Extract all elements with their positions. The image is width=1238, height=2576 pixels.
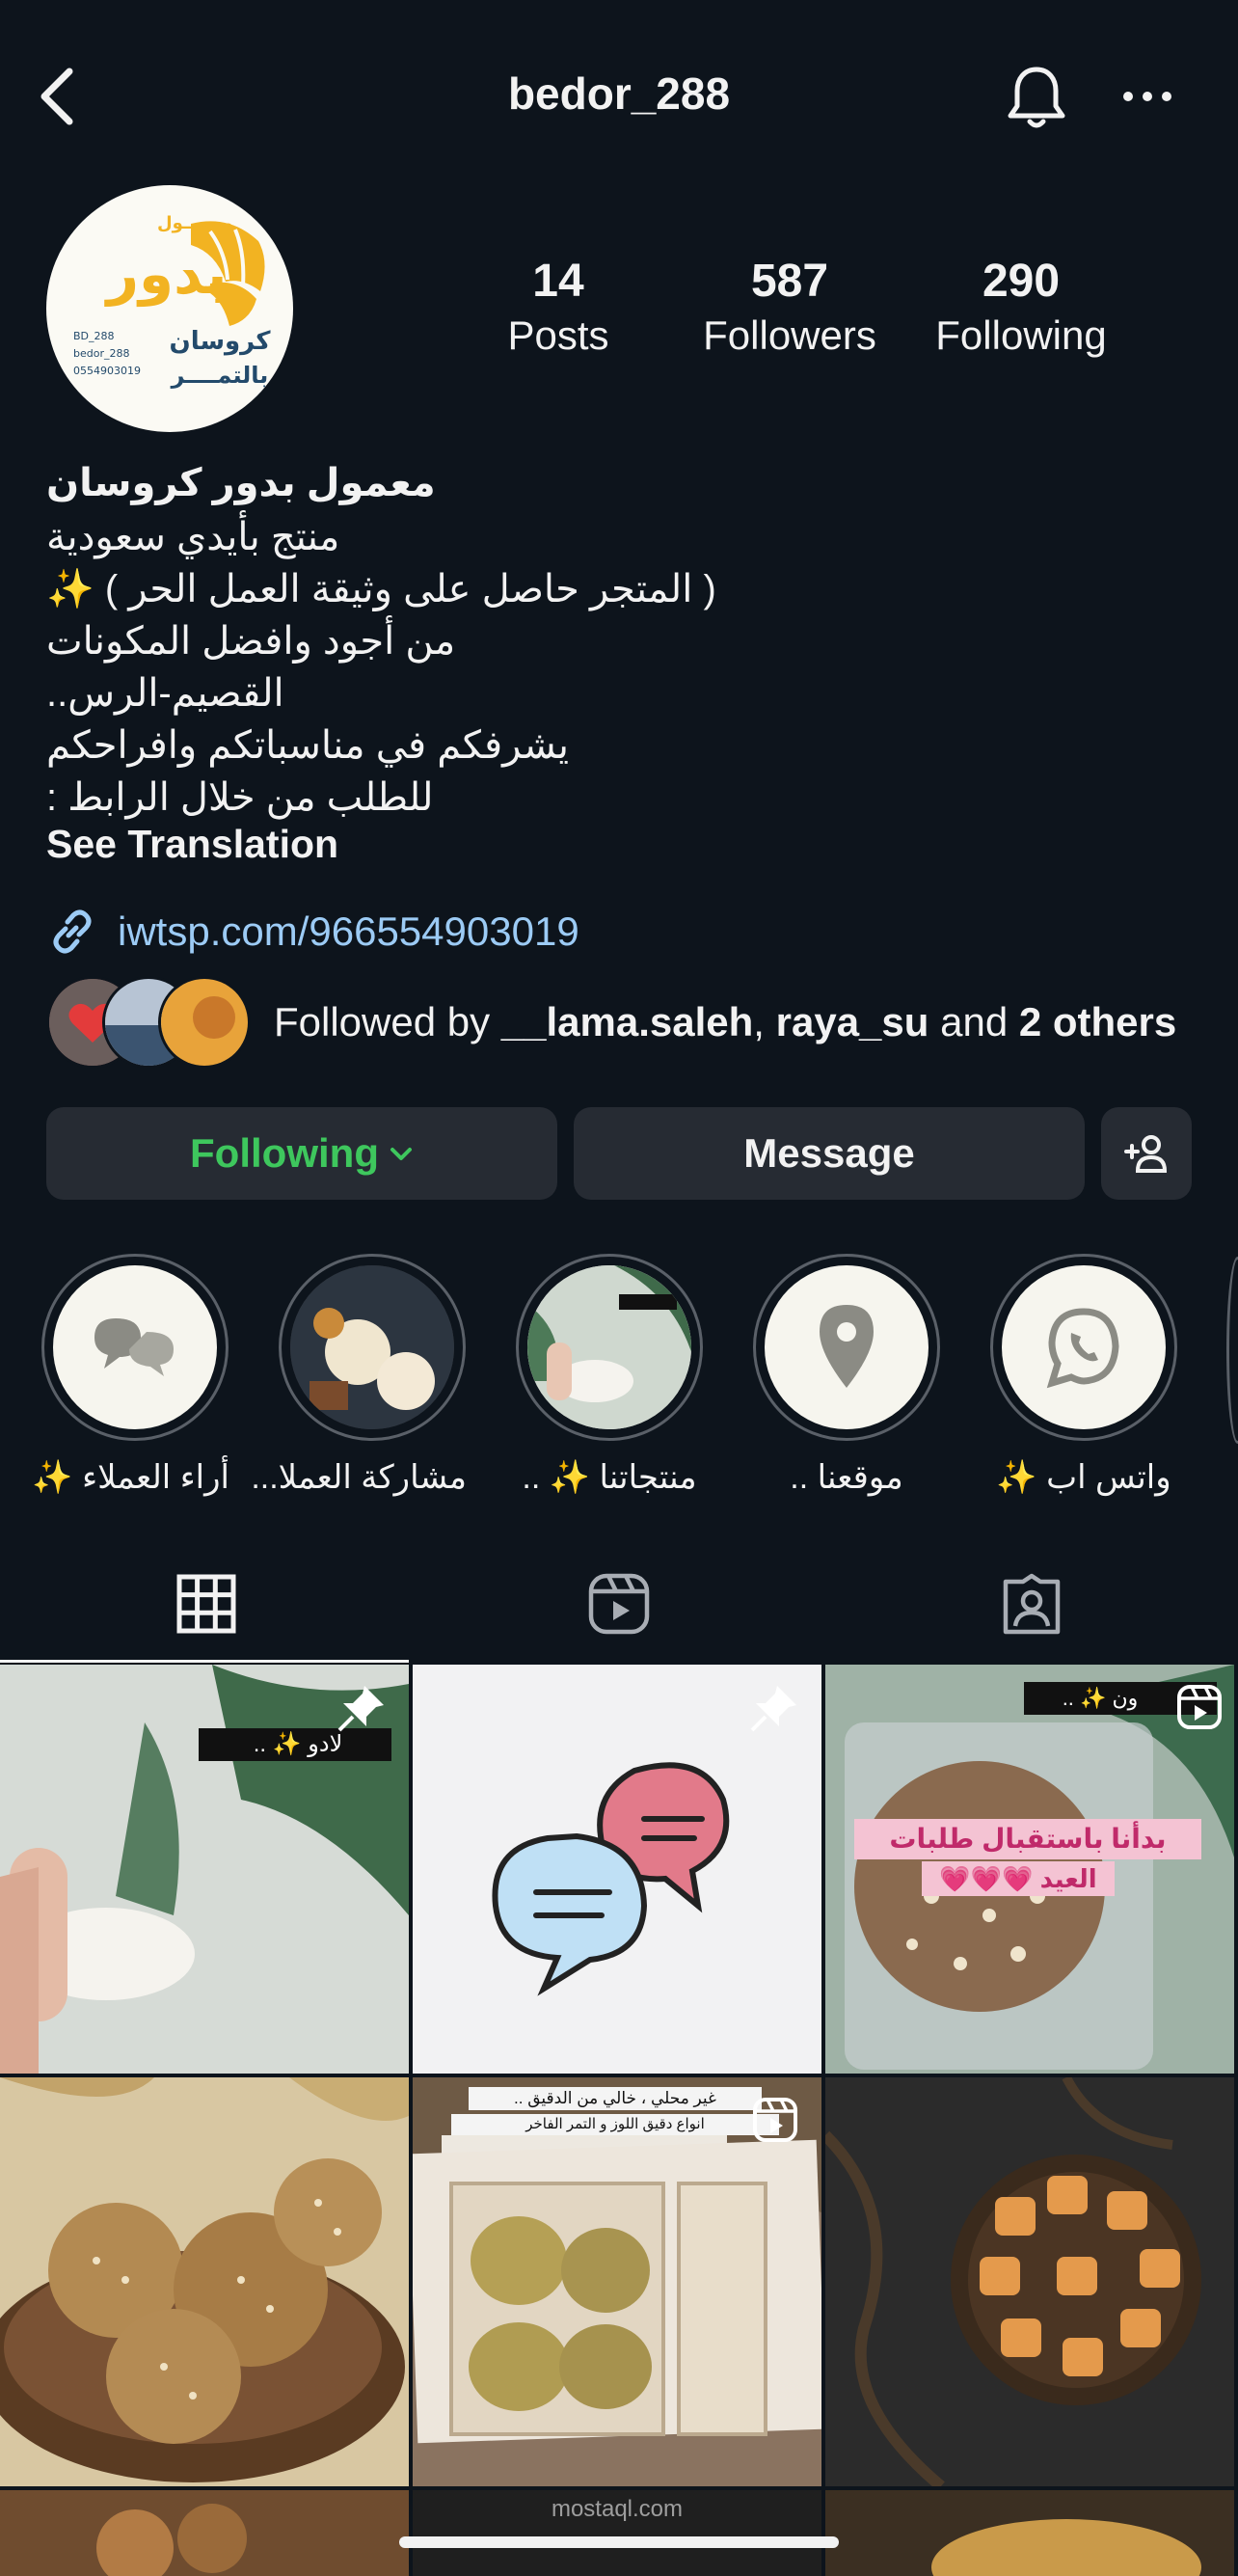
- reel-badge-icon: [753, 2098, 797, 2142]
- whatsapp-icon: [1046, 1308, 1119, 1389]
- product-photo: [527, 1265, 691, 1429]
- bio-line-4: القصيم-الرس..: [46, 672, 284, 715]
- more-options-button[interactable]: [1118, 77, 1176, 116]
- avatar-brand-sub2: بالتمــــر: [171, 362, 269, 389]
- tab-reels[interactable]: [413, 1560, 825, 1647]
- post-text-overlay: غير محلي ، خالي من الدقيق ..: [514, 2089, 716, 2107]
- follower-avatar-3: [158, 976, 251, 1069]
- post-tile-2[interactable]: [413, 1665, 821, 2074]
- bell-icon: [1008, 67, 1065, 128]
- tab-tagged[interactable]: [825, 1560, 1238, 1647]
- post-tile-1[interactable]: لادو ✨ ..: [0, 1665, 409, 2074]
- profile-display-name: معمول بدور كروسان: [46, 462, 436, 504]
- notifications-button[interactable]: [1003, 60, 1070, 132]
- home-indicator[interactable]: [399, 2536, 839, 2548]
- highlight-label: واتس اب ✨: [996, 1459, 1171, 1496]
- stat-following-value: 290: [982, 256, 1061, 307]
- tab-grid[interactable]: [0, 1560, 413, 1647]
- pin-icon: [750, 1686, 796, 1732]
- watermark: mostaql.com: [551, 2496, 684, 2522]
- post-tile-7[interactable]: [0, 2490, 409, 2576]
- bio-link[interactable]: iwtsp.com/966554903019: [46, 901, 579, 963]
- chat-bubbles-icon: [94, 1318, 174, 1376]
- stat-following[interactable]: 290 Following: [910, 253, 1132, 361]
- stat-posts[interactable]: 14 Posts: [447, 253, 669, 361]
- link-icon: [53, 909, 92, 954]
- highlight-label: مشاركة العملا...: [251, 1459, 467, 1496]
- stat-posts-label: Posts: [507, 312, 609, 358]
- add-user-icon: [1124, 1135, 1168, 1173]
- message-button-label: Message: [743, 1130, 915, 1176]
- avatar-brand-main: بدور: [104, 241, 228, 308]
- stat-followers[interactable]: 587 Followers: [679, 253, 901, 361]
- bio-line-5: يشرفكم في مناسباتكم وافراحكم: [46, 724, 569, 767]
- followed-by-row[interactable]: Followed by __lama.saleh, raya_su and 2 …: [46, 974, 1176, 1071]
- stat-following-label: Following: [935, 312, 1107, 358]
- post-caption-overlay: ون ✨ ..: [1062, 1686, 1139, 1710]
- followed-by-text: Followed by __lama.saleh, raya_su and 2 …: [274, 999, 1177, 1044]
- avatar-contact-3: 0554903019: [73, 365, 141, 377]
- stat-followers-value: 587: [750, 256, 829, 307]
- highlight-label: منتجاتنا ✨ ..: [522, 1459, 697, 1496]
- highlight-label: موقعنا ..: [790, 1459, 903, 1496]
- reels-icon: [588, 1573, 650, 1635]
- more-horizontal-icon: [1123, 92, 1171, 101]
- post-tile-3[interactable]: ون ✨ .. بدأنا باستقبال طلبات العيد 💗💗💗: [825, 1665, 1234, 2074]
- message-button[interactable]: Message: [574, 1107, 1085, 1200]
- suggested-users-button[interactable]: [1101, 1107, 1192, 1200]
- bio-line-6: للطلب من خلال الرابط :: [46, 776, 434, 819]
- stat-followers-label: Followers: [703, 312, 876, 358]
- highlight-location[interactable]: موقعنا ..: [752, 1254, 941, 1497]
- profile-avatar[interactable]: معمـــول بدور كروسان بالتمــــر BD_288 b…: [46, 185, 293, 432]
- tagged-user-icon: [1003, 1573, 1061, 1635]
- avatar-contact-1: BD_288: [73, 330, 115, 342]
- post-tile-4[interactable]: [0, 2077, 409, 2486]
- customer-photo: [290, 1265, 454, 1429]
- avatar-brand-sub1: كروسان: [170, 327, 272, 356]
- avatar-contact-2: bedor_288: [73, 347, 129, 360]
- bio-line-1: منتج بأيدي سعودية: [46, 516, 340, 558]
- following-button[interactable]: Following: [46, 1107, 557, 1200]
- reel-badge-icon: [1177, 1685, 1222, 1729]
- post-tile-9[interactable]: [825, 2490, 1234, 2576]
- active-tab-indicator: [0, 1660, 409, 1663]
- bio-line-2: ( المتجر حاصل على وثيقة العمل الحر ) ✨: [46, 568, 716, 610]
- grid-icon: [176, 1574, 236, 1634]
- following-button-label: Following: [190, 1130, 379, 1176]
- post-text-overlay: العيد 💗💗💗: [939, 1864, 1097, 1893]
- post-text-overlay: انواع دقيق اللوز و التمر الفاخر: [525, 2116, 705, 2132]
- see-translation-link[interactable]: See Translation: [46, 822, 338, 867]
- pin-icon: [337, 1686, 384, 1732]
- location-pin-icon: [820, 1305, 874, 1388]
- bio-link-url: iwtsp.com/966554903019: [118, 908, 579, 954]
- post-text-overlay: بدأنا باستقبال طلبات: [889, 1824, 1167, 1854]
- highlight-customer-shares[interactable]: مشاركة العملا...: [251, 1254, 467, 1497]
- post-tile-6[interactable]: [825, 2077, 1234, 2486]
- chevron-down-icon: [390, 1148, 412, 1160]
- highlight-partial[interactable]: [1226, 1257, 1238, 1444]
- post-tile-5[interactable]: غير محلي ، خالي من الدقيق .. انواع دقيق …: [413, 2077, 821, 2486]
- highlight-products[interactable]: منتجاتنا ✨ ..: [515, 1254, 704, 1497]
- highlight-label: أراء العملاء ✨: [32, 1459, 229, 1496]
- avatar-brand-top: معمـــول: [157, 213, 233, 233]
- highlight-customer-reviews[interactable]: أراء العملاء ✨: [32, 1254, 229, 1497]
- highlight-whatsapp[interactable]: واتس اب ✨: [989, 1254, 1178, 1497]
- stat-posts-value: 14: [532, 256, 584, 307]
- bio-line-3: من أجود وافضل المكونات: [46, 620, 456, 663]
